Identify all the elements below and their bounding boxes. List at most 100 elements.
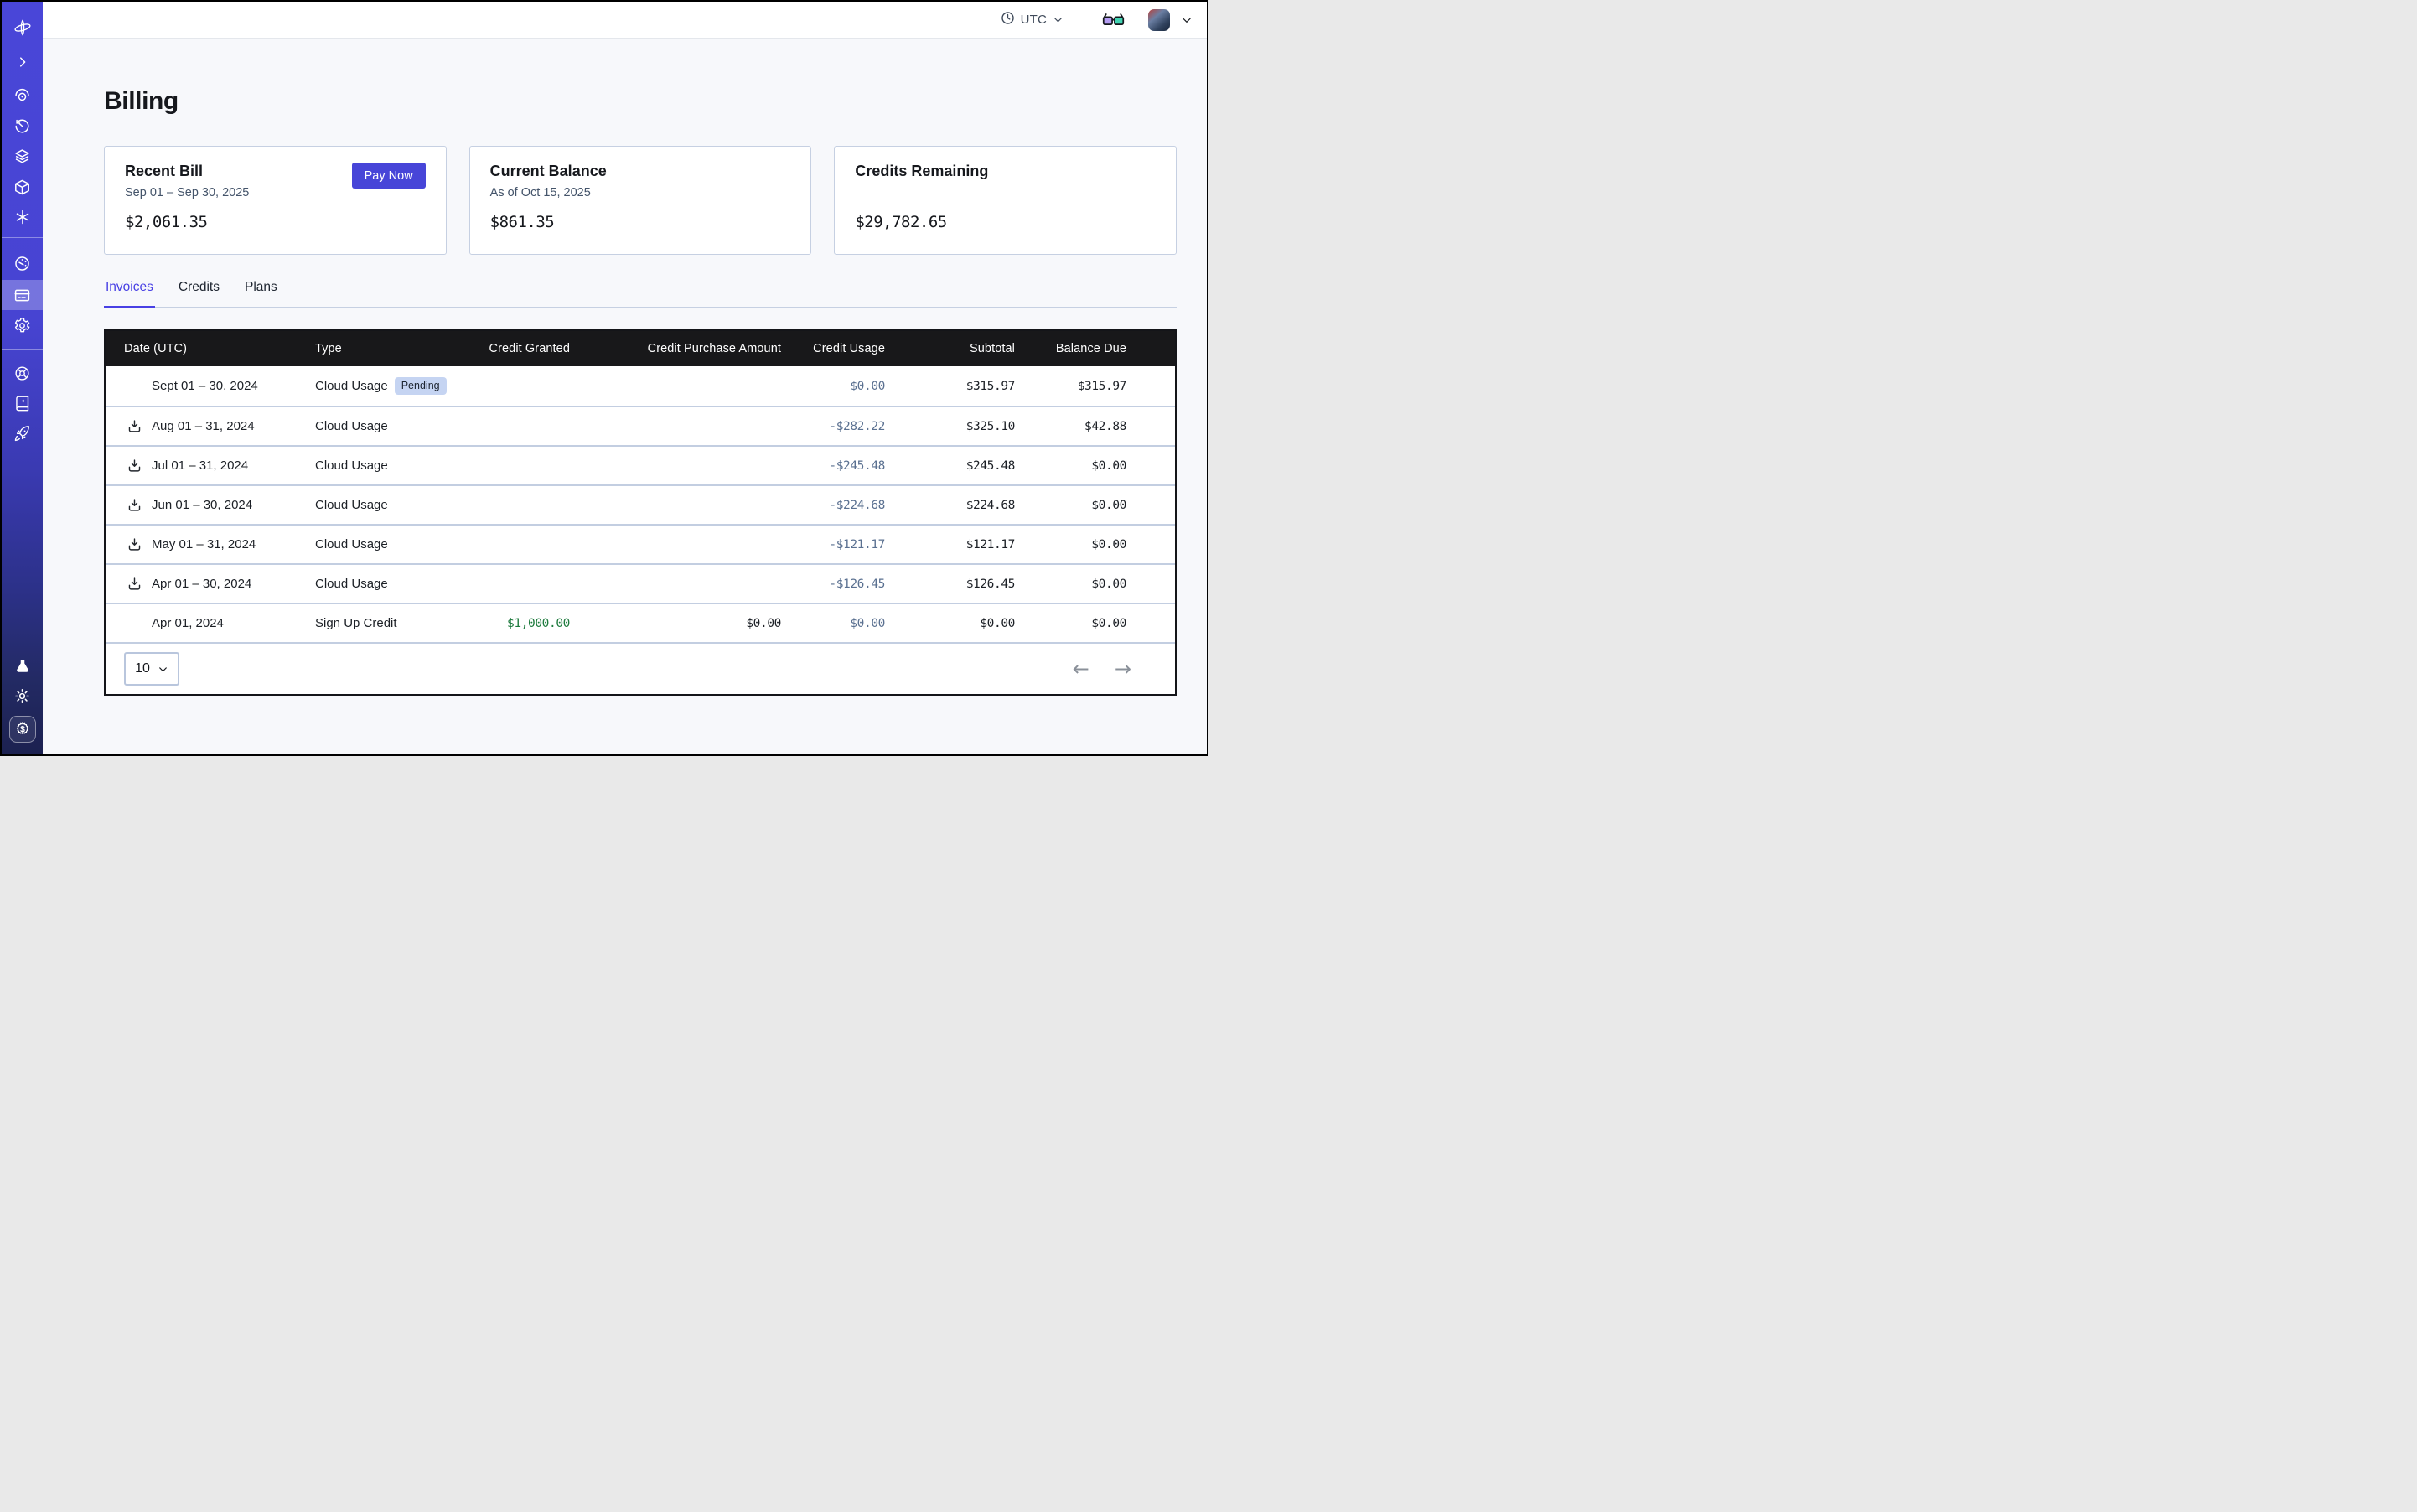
credit-usage-value: -$224.68: [781, 499, 885, 512]
sidebar-item-billing-icon[interactable]: [2, 280, 43, 310]
tab-plans[interactable]: Plans: [243, 280, 279, 307]
invoice-type: Cloud Usage: [315, 419, 388, 433]
recent-bill-card: Recent Bill Sep 01 – Sep 30, 2025 $2,061…: [104, 146, 447, 255]
invoice-type: Cloud Usage: [315, 577, 388, 591]
billing-tabs: Invoices Credits Plans: [104, 280, 1177, 308]
subtotal-value: $325.10: [885, 420, 1015, 433]
invoice-date: Apr 01, 2024: [152, 616, 224, 630]
table-header: Date (UTC)TypeCredit GrantedCredit Purch…: [106, 331, 1175, 366]
balance-due-value: $315.97: [1015, 380, 1126, 393]
invoice-type: Cloud Usage: [315, 537, 388, 551]
sidebar-item-settings-gear-icon[interactable]: [2, 310, 43, 340]
invoices-table: Date (UTC)TypeCredit GrantedCredit Purch…: [104, 329, 1177, 696]
invoice-date: Jun 01 – 30, 2024: [152, 498, 252, 512]
invoice-date: May 01 – 31, 2024: [152, 537, 256, 551]
avatar[interactable]: [1148, 9, 1170, 31]
logo-orbit-icon: [2, 13, 43, 43]
column-header: Date (UTC): [106, 342, 315, 355]
sidebar-item-usage-gauge-icon[interactable]: [2, 248, 43, 278]
tab-credits[interactable]: Credits: [177, 280, 221, 307]
invoice-date: Sept 01 – 30, 2024: [152, 379, 258, 393]
tab-invoices[interactable]: Invoices: [104, 280, 155, 308]
theme-sun-icon[interactable]: [2, 681, 43, 711]
invoice-type: Cloud Usage: [315, 458, 388, 473]
collapse-chevron-right-icon[interactable]: [2, 47, 43, 77]
page-title: Billing: [104, 39, 1177, 116]
sidebar-item-cube-icon[interactable]: [2, 172, 43, 202]
column-header: Credit Purchase Amount: [570, 342, 781, 355]
column-header: Type: [315, 342, 474, 355]
balance-due-value: $0.00: [1015, 577, 1126, 591]
card-subtitle: [855, 186, 1156, 203]
table-row[interactable]: Aug 01 – 31, 2024 Cloud Usage -$282.22 $…: [106, 406, 1175, 445]
page-size-select[interactable]: 10: [124, 652, 179, 686]
card-title: Credits Remaining: [855, 163, 1156, 180]
balance-due-value: $0.00: [1015, 499, 1126, 512]
credit-usage-value: -$282.22: [781, 420, 885, 433]
pagination-arrows: ← →: [1073, 659, 1131, 679]
card-title: Current Balance: [490, 163, 791, 180]
page-size-value: 10: [135, 661, 150, 676]
credits-remaining-card: Credits Remaining $29,782.65: [834, 146, 1177, 255]
table-row[interactable]: Apr 01 – 30, 2024 Cloud Usage -$126.45 $…: [106, 563, 1175, 603]
download-invoice-icon[interactable]: [127, 537, 142, 551]
invoice-type: Sign Up Credit: [315, 616, 397, 630]
account-chevron-down-icon[interactable]: [1181, 14, 1193, 26]
card-subtitle: Sep 01 – Sep 30, 2025: [125, 186, 426, 203]
column-header: Credit Usage: [781, 342, 885, 355]
current-balance-amount: $861.35: [490, 213, 791, 231]
column-header: Credit Granted: [474, 342, 570, 355]
invoice-date: Aug 01 – 31, 2024: [152, 419, 255, 433]
subtotal-value: $126.45: [885, 577, 1015, 591]
table-row[interactable]: May 01 – 31, 2024 Cloud Usage -$121.17 $…: [106, 524, 1175, 563]
column-header: Subtotal: [885, 342, 1015, 355]
timezone-label: UTC: [1021, 13, 1047, 27]
sidebar-item-labs-flask-icon[interactable]: [2, 651, 43, 681]
sidebar-item-rocket-icon[interactable]: [2, 418, 43, 448]
table-body: Sept 01 – 30, 2024 Cloud Usage Pending $…: [106, 366, 1175, 642]
table-row[interactable]: Apr 01, 2024 Sign Up Credit $1,000.00 $0…: [106, 603, 1175, 642]
invoice-date: Apr 01 – 30, 2024: [152, 577, 251, 591]
download-invoice-icon[interactable]: [127, 577, 142, 591]
balance-due-value: $0.00: [1015, 538, 1126, 551]
credits-remaining-amount: $29,782.65: [855, 213, 1156, 231]
sidebar-item-docs-book-icon[interactable]: [2, 388, 43, 418]
current-balance-card: Current Balance As of Oct 15, 2025 $861.…: [469, 146, 812, 255]
credits-dollar-badge-button[interactable]: [9, 716, 36, 743]
card-subtitle: As of Oct 15, 2025: [490, 186, 791, 203]
next-page-button[interactable]: →: [1115, 659, 1131, 679]
download-invoice-icon[interactable]: [127, 419, 142, 433]
subtotal-value: $121.17: [885, 538, 1015, 551]
sidebar-item-support-wheel-icon[interactable]: [2, 358, 43, 388]
credit-usage-value: -$121.17: [781, 538, 885, 551]
table-footer: 10 ← →: [106, 642, 1175, 694]
sidebar-item-layers-icon[interactable]: [2, 141, 43, 171]
column-header: Balance Due: [1015, 342, 1126, 355]
subtotal-value: $0.00: [885, 617, 1015, 630]
status-badge: Pending: [395, 377, 447, 395]
main-content: Billing Recent Bill Sep 01 – Sep 30, 202…: [43, 39, 1208, 756]
download-invoice-icon[interactable]: [127, 498, 142, 512]
credit-purchase-value: $0.00: [570, 617, 781, 630]
chevron-down-icon: [1053, 14, 1064, 25]
topbar: UTC: [43, 2, 1208, 39]
sidebar-divider: [2, 349, 43, 350]
sidebar-divider: [2, 237, 43, 238]
clock-icon: [1001, 11, 1015, 29]
credit-usage-value: $0.00: [781, 380, 885, 393]
goggles-icon[interactable]: [1102, 13, 1125, 28]
sidebar-item-history-icon[interactable]: [2, 111, 43, 141]
pay-now-button[interactable]: Pay Now: [352, 163, 426, 189]
download-invoice-icon[interactable]: [127, 458, 142, 473]
sidebar-item-iris-icon[interactable]: [2, 80, 43, 111]
table-row[interactable]: Jun 01 – 30, 2024 Cloud Usage -$224.68 $…: [106, 484, 1175, 524]
timezone-selector[interactable]: UTC: [1001, 11, 1064, 29]
subtotal-value: $245.48: [885, 459, 1015, 473]
invoice-type: Cloud Usage: [315, 379, 388, 393]
sidebar: [2, 2, 43, 754]
sidebar-item-asterisk-icon[interactable]: [2, 202, 43, 232]
table-row[interactable]: Jul 01 – 31, 2024 Cloud Usage -$245.48 $…: [106, 445, 1175, 484]
subtotal-value: $224.68: [885, 499, 1015, 512]
table-row[interactable]: Sept 01 – 30, 2024 Cloud Usage Pending $…: [106, 366, 1175, 406]
prev-page-button[interactable]: ←: [1073, 659, 1089, 679]
